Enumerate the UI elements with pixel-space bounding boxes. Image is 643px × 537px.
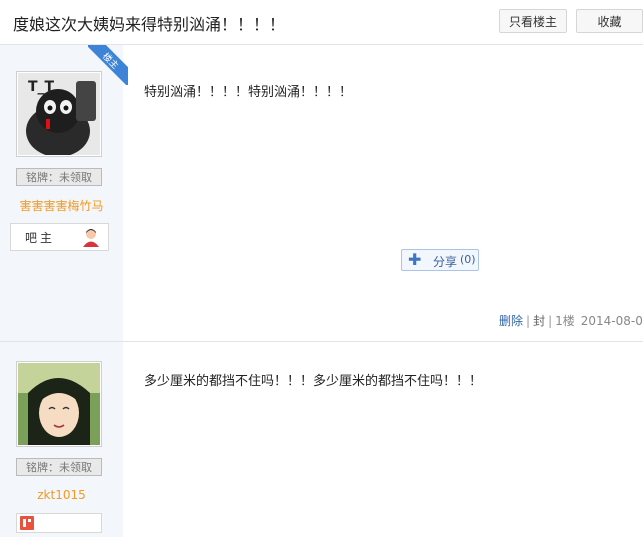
author-username[interactable]: zkt1015 [0, 488, 123, 502]
delete-link[interactable]: 删除 [499, 314, 523, 328]
only-view-op-button[interactable]: 只看楼主 [499, 9, 567, 33]
svg-text:T_T: T_T [28, 79, 55, 95]
author-username[interactable]: 害害害害梅竹马 [0, 197, 123, 214]
favorite-button[interactable]: 收藏 [576, 9, 643, 33]
post-content: 特别汹涌！！！！特别汹涌！！！！ ✚ 分享 (0) 删除 | 封 | 1楼 2014-08… [123, 45, 643, 341]
share-label: 分享 [433, 255, 458, 269]
share-icon: ✚ [408, 250, 422, 269]
share-count: (0) [460, 253, 476, 266]
floor-number: 1楼 [555, 314, 575, 328]
thread-header: 度娘这次大姨妈来得特别汹涌！！！！ 只看楼主 收藏 [0, 0, 643, 45]
post-floor-2: 铭牌：未领取 zkt1015 多少厘米的都挡不住吗！！！多少厘米的都挡不住吗！！… [0, 342, 643, 537]
avatar[interactable] [16, 361, 102, 447]
post-date: 2014-08-0 [580, 314, 643, 328]
admin-avatar-icon [83, 229, 99, 247]
badge-plate[interactable]: 铭牌：未领取 [16, 458, 102, 476]
role-label: 吧主 [25, 231, 56, 245]
ban-link[interactable]: 封 [533, 314, 545, 328]
badge-plate[interactable]: 铭牌：未领取 [16, 168, 102, 186]
avatar-image: T_T [18, 73, 100, 155]
post-floor-1: T_T 楼主 铭牌：未领取 害害害害梅竹马 吧主 特别汹涌！！！！特别汹涌！！！… [0, 45, 643, 342]
post-body-text: 多少厘米的都挡不住吗！！！多少厘米的都挡不住吗！！！ [144, 374, 483, 389]
role-card: 吧主 [10, 223, 109, 251]
thread-title: 度娘这次大姨妈来得特别汹涌！！！！ [13, 15, 286, 34]
post-body-text: 特别汹涌！！！！特别汹涌！！！！ [144, 85, 353, 100]
post-footer: 删除 | 封 | 1楼 2014-08-0 [499, 314, 643, 328]
post-content: 多少厘米的都挡不住吗！！！多少厘米的都挡不住吗！！！ [123, 342, 643, 537]
author-sidebar: T_T 楼主 铭牌：未领取 害害害害梅竹马 吧主 [0, 45, 128, 341]
author-sidebar: 铭牌：未领取 zkt1015 [0, 342, 123, 537]
avatar-image [18, 363, 100, 445]
share-button[interactable]: ✚ 分享 (0) [401, 249, 479, 271]
level-card [16, 513, 102, 533]
thread-owner-ribbon: 楼主 [88, 45, 128, 85]
level-icon [20, 516, 34, 530]
